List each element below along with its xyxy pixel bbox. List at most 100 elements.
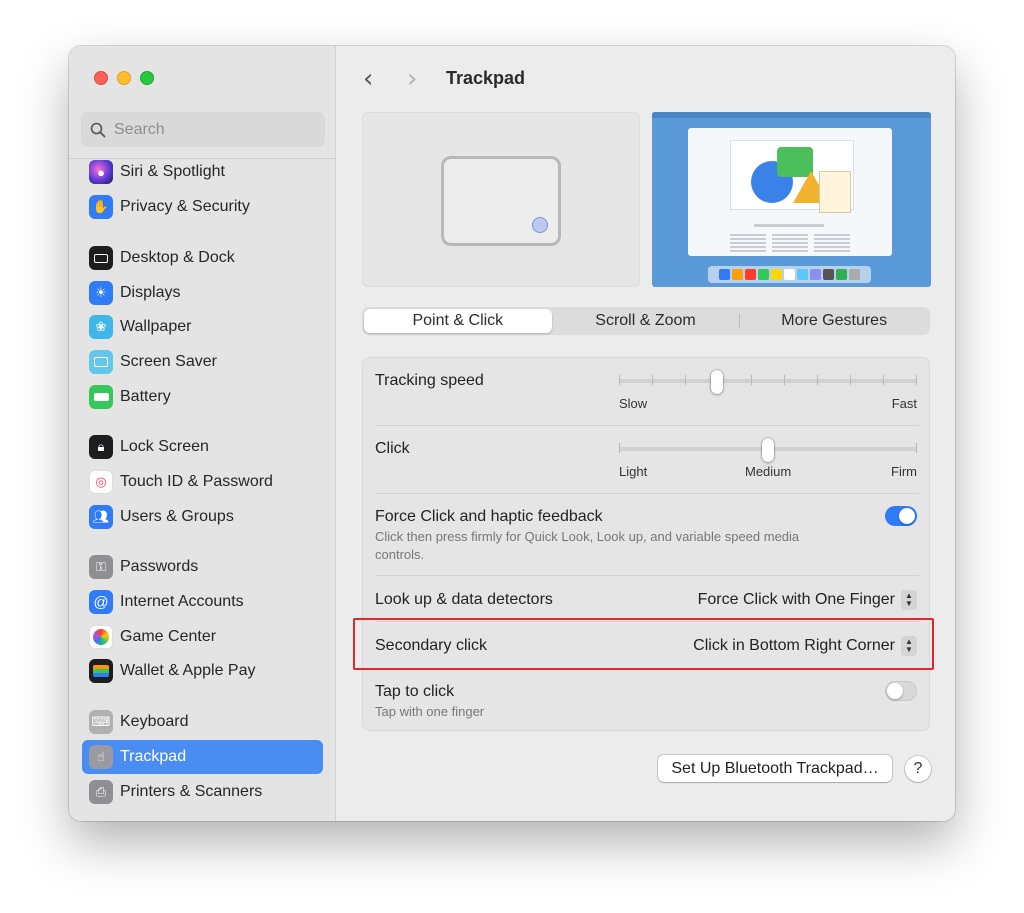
- sidebar-item-screen-saver[interactable]: Screen Saver: [82, 345, 323, 379]
- sidebar-item-siri-spotlight[interactable]: ● Siri & Spotlight: [82, 155, 323, 189]
- tab-more-gestures[interactable]: More Gestures: [740, 309, 928, 333]
- sidebar-item-printers-scanners[interactable]: ⎙ Printers & Scanners: [82, 775, 323, 809]
- tab-point-click[interactable]: Point & Click: [364, 309, 552, 333]
- wallet-icon: [89, 659, 113, 683]
- sidebar-item-keyboard[interactable]: ⌨ Keyboard: [82, 705, 323, 739]
- keyboard-icon: ⌨: [89, 710, 113, 734]
- slider-tick: [883, 375, 884, 385]
- sidebar-item-internet-accounts[interactable]: @ Internet Accounts: [82, 585, 323, 619]
- sidebar-item-desktop-dock[interactable]: Desktop & Dock: [82, 241, 323, 275]
- settings-window: ● Siri & Spotlight ✋ Privacy & Security …: [69, 46, 955, 821]
- help-button[interactable]: ?: [905, 756, 931, 782]
- search-field[interactable]: [81, 112, 325, 147]
- slider-tick: [652, 375, 653, 385]
- demo-dock-illustration: [708, 266, 871, 283]
- click-point-indicator: [532, 217, 548, 233]
- sidebar-item-label: Keyboard: [120, 713, 189, 730]
- sidebar-item-label: Lock Screen: [120, 438, 209, 455]
- sidebar: ● Siri & Spotlight ✋ Privacy & Security …: [69, 46, 336, 821]
- slider-knob[interactable]: [762, 438, 774, 462]
- sidebar-item-label: Touch ID & Password: [120, 473, 273, 490]
- dock-icon: [89, 246, 113, 270]
- sidebar-item-label: Wallet & Apple Pay: [120, 662, 256, 679]
- trackpad-icon: ☝: [89, 745, 113, 769]
- sidebar-item-wallet-apple-pay[interactable]: Wallet & Apple Pay: [82, 654, 323, 688]
- sidebar-item-label: Passwords: [120, 558, 199, 575]
- sidebar-item-label: Trackpad: [120, 748, 187, 765]
- gesture-demo-preview: [652, 112, 931, 287]
- traffic-lights: [94, 71, 154, 85]
- search-icon: [90, 122, 106, 137]
- tab-scroll-zoom[interactable]: Scroll & Zoom: [552, 309, 740, 333]
- row-divider: [375, 493, 919, 494]
- look-up-popup[interactable]: Force Click with One Finger ▲ ▼: [698, 590, 917, 610]
- printer-icon: ⎙: [89, 780, 113, 804]
- page-title: Trackpad: [446, 68, 526, 88]
- slider-track: [619, 379, 917, 383]
- tab-bar: Point & Click Scroll & Zoom More Gesture…: [362, 307, 930, 335]
- flower-icon: ❀: [89, 315, 113, 339]
- main-pane: ‹ › Trackpad Point & Click Scroll & Zoom…: [337, 46, 955, 821]
- sidebar-item-users-groups[interactable]: 👥︎ Users & Groups: [82, 500, 323, 534]
- sidebar-item-label: Screen Saver: [120, 353, 217, 370]
- sidebar-item-trackpad[interactable]: ☝ Trackpad: [82, 740, 323, 774]
- slider-knob[interactable]: [711, 370, 723, 394]
- trackpad-illustration: [441, 156, 561, 246]
- slider-tick: [784, 375, 785, 385]
- screen-saver-icon: [89, 350, 113, 374]
- tracking-speed-max-label: Fast: [891, 396, 917, 411]
- users-icon: 👥︎: [89, 505, 113, 529]
- slider-tick: [916, 443, 917, 453]
- sidebar-item-wallpaper[interactable]: ❀ Wallpaper: [82, 310, 323, 344]
- slider-tick: [817, 375, 818, 385]
- sidebar-item-game-center[interactable]: Game Center: [82, 620, 323, 654]
- tracking-speed-slider[interactable]: [619, 370, 917, 394]
- force-click-toggle[interactable]: [885, 506, 917, 526]
- tap-to-click-label: Tap to click: [375, 683, 455, 700]
- tap-to-click-description: Tap with one finger: [375, 704, 485, 719]
- sidebar-item-privacy-security[interactable]: ✋ Privacy & Security: [82, 190, 323, 224]
- tap-to-click-toggle[interactable]: [885, 681, 917, 701]
- key-icon: ⚿: [89, 555, 113, 579]
- click-max-label: Firm: [891, 464, 917, 479]
- setup-bluetooth-trackpad-button[interactable]: Set Up Bluetooth Trackpad…: [658, 755, 892, 782]
- chevron-left-icon[interactable]: ‹: [363, 66, 373, 92]
- demo-window-illustration: [688, 128, 892, 256]
- at-icon: @: [89, 590, 113, 614]
- search-input[interactable]: [114, 120, 314, 139]
- slider-tick: [751, 375, 752, 385]
- click-pressure-slider[interactable]: [619, 438, 917, 462]
- sidebar-item-label: Siri & Spotlight: [120, 163, 225, 180]
- sidebar-item-displays[interactable]: ☀ Displays: [82, 276, 323, 310]
- click-label: Click: [375, 440, 410, 457]
- slider-tick: [685, 375, 686, 385]
- sidebar-item-label: Users & Groups: [120, 508, 234, 525]
- chevron-right-icon[interactable]: ›: [407, 66, 417, 92]
- row-divider: [375, 425, 919, 426]
- annotation-highlight-box: [353, 618, 934, 670]
- popup-chevrons-icon: ▲ ▼: [901, 590, 917, 610]
- fingerprint-icon: ◎: [89, 470, 113, 494]
- sun-icon: ☀: [89, 281, 113, 305]
- minimize-window-button[interactable]: [117, 71, 131, 85]
- sidebar-item-lock-screen[interactable]: 🔒︎ Lock Screen: [82, 430, 323, 464]
- slider-tick: [916, 375, 917, 385]
- siri-icon: ●: [89, 160, 113, 184]
- sidebar-item-label: Desktop & Dock: [120, 249, 235, 266]
- sidebar-item-passwords[interactable]: ⚿ Passwords: [82, 550, 323, 584]
- sidebar-item-label: Internet Accounts: [120, 593, 244, 610]
- sidebar-item-label: Game Center: [120, 628, 217, 645]
- trackpad-preview: [362, 112, 640, 287]
- tracking-speed-min-label: Slow: [619, 396, 648, 411]
- zoom-window-button[interactable]: [140, 71, 154, 85]
- force-click-description: Click then press firmly for Quick Look, …: [375, 529, 800, 562]
- settings-card: Tracking speed Slow Fast Click Light Med…: [362, 357, 930, 731]
- sidebar-item-touch-id-password[interactable]: ◎ Touch ID & Password: [82, 465, 323, 499]
- row-divider: [375, 575, 919, 576]
- click-mid-label: Medium: [745, 464, 792, 479]
- close-window-button[interactable]: [94, 71, 108, 85]
- sidebar-item-battery[interactable]: Battery: [82, 380, 323, 414]
- lock-icon: 🔒︎: [89, 435, 113, 459]
- game-center-icon: [89, 625, 113, 649]
- slider-tick: [619, 375, 620, 385]
